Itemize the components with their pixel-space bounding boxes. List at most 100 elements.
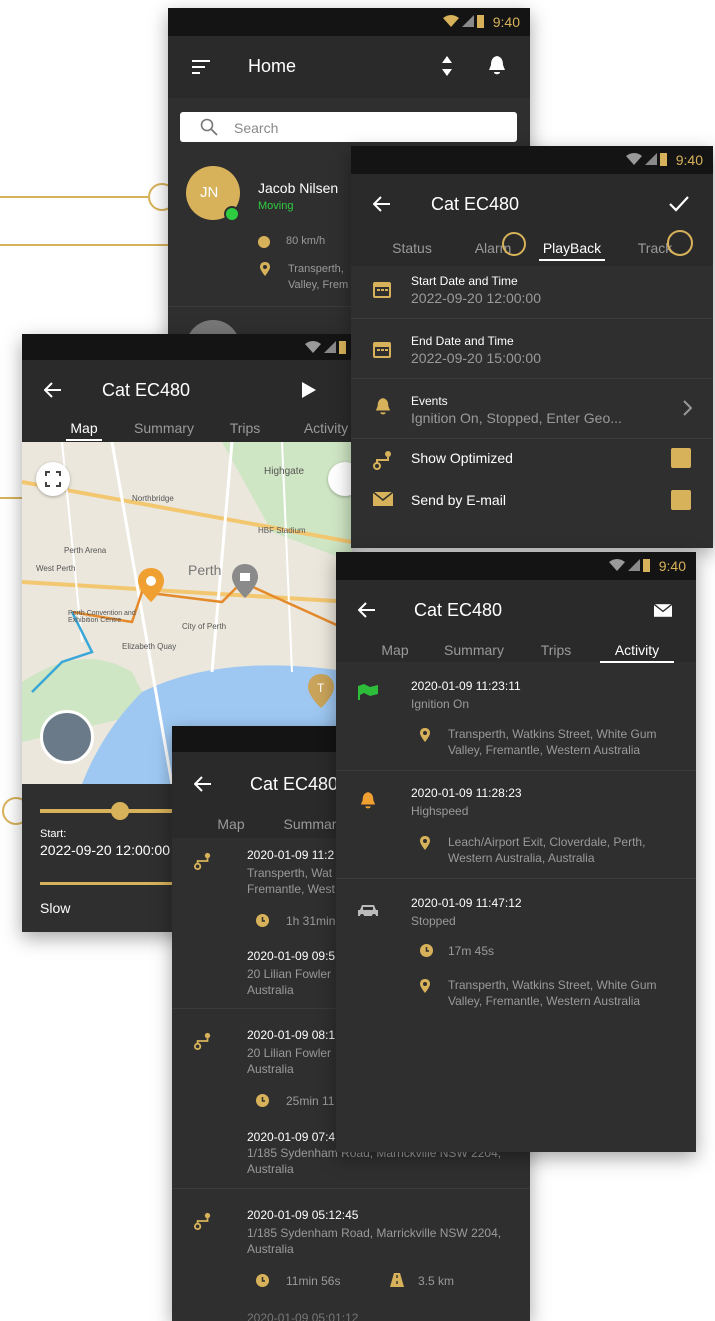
contact-name[interactable]: Jacob Nilsen [258,180,338,196]
avatar[interactable]: JN [186,166,240,222]
search-icon [200,118,218,136]
page-title: Cat EC480 [250,774,339,794]
location-pin-icon [420,979,430,993]
car-icon [358,905,378,918]
tab-map[interactable]: Map [66,420,102,441]
tab-summary[interactable]: Summar [280,816,340,832]
send-email-checkbox[interactable] [671,490,691,510]
tab-map[interactable]: Map [214,816,248,832]
calendar-icon [373,342,391,358]
events-value[interactable]: Ignition On, Stopped, Enter Geo... [411,410,622,426]
divider [351,318,713,319]
street-view-thumbnail[interactable] [40,710,94,764]
playback-slider-thumb[interactable] [111,802,129,820]
flag-icon [358,684,378,700]
address-line-2: Valley, Frem [288,279,349,291]
trip-distance: 3.5 km [418,1274,455,1288]
route-icon [194,1032,211,1050]
map-label-highgate: Highgate [264,466,305,477]
trip-date: 2020-01-09 09:5 [247,949,336,963]
back-icon[interactable] [44,382,62,398]
status-icons [305,340,346,354]
show-optimized-checkbox[interactable] [671,448,691,468]
status-bar: 9:40 [336,552,696,580]
trip-address-line-2: Australia [247,983,294,997]
map-pin-orange[interactable] [138,568,164,602]
clock-icon [256,914,269,927]
event-address-line-2: Western Australia, Australia [448,851,595,865]
map-pin-grey[interactable] [232,564,258,598]
bell-icon[interactable] [488,56,506,76]
location-pin-icon [420,836,430,850]
tab-summary[interactable]: Summary [132,420,196,436]
trip-duration: 11min 56s [286,1274,341,1288]
end-date-value[interactable]: 2022-09-20 15:00:00 [411,350,541,366]
speed-label: Slow [40,900,71,916]
tab-activity[interactable]: Activity [300,420,352,436]
tab-playback[interactable]: PlayBack [539,240,605,261]
event-date: 2020-01-09 11:47:12 [411,896,522,910]
page-title: Home [248,56,297,76]
tab-trips[interactable]: Trips [226,420,264,436]
fullscreen-icon[interactable] [36,462,70,496]
page-title: Cat EC480 [414,600,503,620]
event-address-line-1: Leach/Airport Exit, Cloverdale, Perth, [448,835,646,849]
trip-address-line-2: Australia [247,1162,294,1176]
tab-activity[interactable]: Activity [600,642,674,663]
event-address-line-2: Valley, Fremantle, Western Australia [448,994,641,1008]
tab-summary[interactable]: Summary [442,642,506,658]
event-type: Stopped [411,914,456,928]
map-label-perth: Perth [188,562,222,578]
bell-icon [375,398,391,415]
map-label-city-of-perth: City of Perth [182,622,227,631]
clock-icon [256,1094,269,1107]
search-bar[interactable]: Search [180,112,517,142]
trip-address-line-1: 20 Lilian Fowler [247,967,332,981]
page-title: Cat EC480 [431,194,520,214]
trip-date: 2020-01-09 05:01:12 [247,1311,359,1321]
show-optimized-label: Show Optimized [411,450,513,466]
back-icon[interactable] [373,196,391,212]
back-icon[interactable] [194,776,212,792]
events-label: Events [411,394,448,408]
search-input[interactable]: Search [234,120,278,136]
signal-icon [645,153,657,165]
road-icon [390,1273,404,1287]
trip-date: 2020-01-09 11:2 [247,848,335,862]
tab-map[interactable]: Map [378,642,412,658]
chevron-right-icon[interactable] [683,400,692,416]
wifi-icon [305,341,321,353]
tab-status[interactable]: Status [389,240,435,256]
divider [336,770,696,771]
app-bar: Home [168,36,530,98]
app-bar: Cat EC480 Map Summary Trips Activity [336,580,696,663]
menu-icon[interactable] [192,60,210,74]
callout-marker-track [667,230,693,256]
status-icons [626,152,667,166]
avatar-initials: JN [200,184,219,201]
mail-icon [373,492,393,506]
back-icon[interactable] [358,602,376,618]
event-type: Highspeed [411,804,469,818]
start-date-value[interactable]: 2022-09-20 12:00:00 [411,290,541,306]
status-time: 9:40 [675,152,703,168]
tab-trips[interactable]: Trips [536,642,576,658]
clock-icon [256,1274,269,1287]
map-label-northbridge: Northbridge [132,494,174,503]
play-icon[interactable] [302,382,316,398]
sort-icon[interactable] [442,56,452,76]
status-bar [22,334,352,360]
start-label: Start: [40,828,67,840]
mail-icon[interactable] [654,604,672,617]
check-icon[interactable] [669,196,689,212]
battery-icon [643,559,650,572]
signal-icon [462,15,474,27]
speed-icon [258,236,270,248]
start-date-label: Start Date and Time [411,274,518,288]
status-bar: 9:40 [351,146,713,174]
location-pin-icon [420,728,430,742]
wifi-icon [443,15,459,27]
send-email-label: Send by E-mail [411,492,506,508]
trip-address-line-2: Fremantle, West [247,882,335,896]
map-pin-tan[interactable]: T [308,674,334,708]
